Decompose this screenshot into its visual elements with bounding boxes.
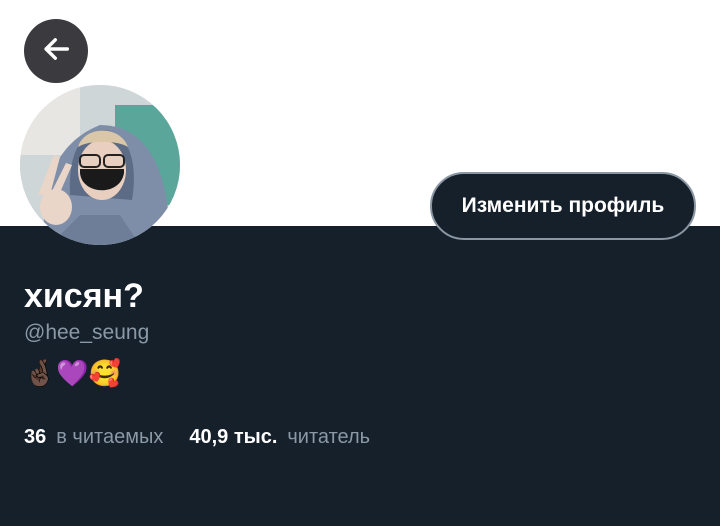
display-name: хисян? xyxy=(24,277,144,315)
followers-stat[interactable]: 40,9 тыс. читатель xyxy=(189,424,370,450)
arrow-left-icon xyxy=(39,32,73,71)
following-label: в читаемых xyxy=(56,426,164,448)
following-count: 36 xyxy=(24,426,47,448)
follow-stats: 36 в читаемых 40,9 тыс. читатель xyxy=(24,424,370,450)
bio-text: 🤞🏿💜🥰 xyxy=(24,359,122,389)
followers-count: 40,9 тыс. xyxy=(189,426,278,448)
followers-label: читатель xyxy=(287,426,371,448)
avatar[interactable] xyxy=(20,85,180,245)
username-handle: @hee_seung xyxy=(24,321,150,344)
edit-profile-button[interactable]: Изменить профиль xyxy=(430,172,696,240)
following-stat[interactable]: 36 в читаемых xyxy=(24,424,163,450)
back-button[interactable] xyxy=(24,19,88,83)
